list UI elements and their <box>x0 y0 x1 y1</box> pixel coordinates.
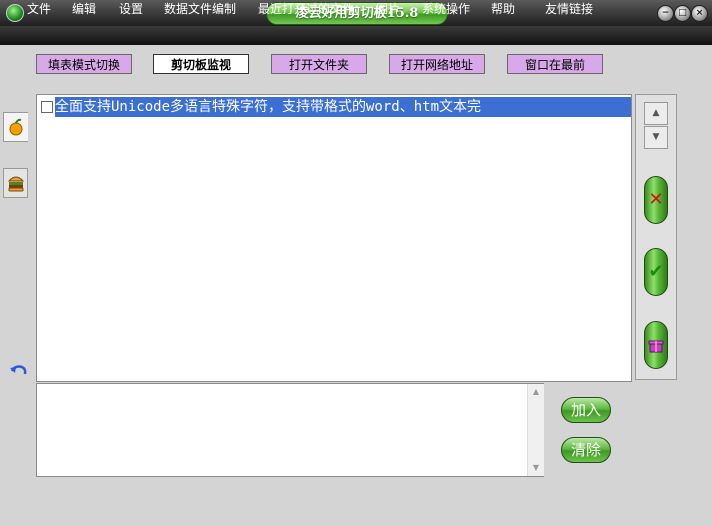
menu-help[interactable]: 帮助 <box>491 0 515 19</box>
input-panel: ▲ ▼ <box>36 383 544 477</box>
menu-edit[interactable]: 编辑 <box>72 0 96 19</box>
list-item-checkbox[interactable] <box>41 101 53 113</box>
open-url-button[interactable]: 打开网络地址 <box>389 54 485 74</box>
menu-file[interactable]: 文件 <box>27 0 51 19</box>
menu-images[interactable]: 图片 <box>376 0 400 19</box>
menu-bar <box>0 26 712 45</box>
side-tab-orange[interactable] <box>3 112 28 142</box>
side-tab-burger[interactable] <box>3 168 28 198</box>
app-icon[interactable] <box>6 4 24 22</box>
gift-button[interactable] <box>644 321 668 369</box>
add-button[interactable]: 加入 <box>561 397 611 423</box>
open-folder-button[interactable]: 打开文件夹 <box>271 54 367 74</box>
list-item[interactable]: 全面支持Unicode多语言特殊字符，支持带格式的word、htm文本完 <box>39 97 631 117</box>
delete-x-icon: ✕ <box>648 189 664 210</box>
restore-button[interactable]: □ <box>674 5 691 22</box>
clipboard-list[interactable]: 全面支持Unicode多语言特殊字符，支持带格式的word、htm文本完 <box>36 94 632 382</box>
input-scrollbar[interactable]: ▲ ▼ <box>527 384 544 476</box>
gift-icon <box>648 340 664 353</box>
list-item-text[interactable]: 全面支持Unicode多语言特殊字符，支持带格式的word、htm文本完 <box>55 97 631 117</box>
scroll-up-button[interactable]: ▲ <box>644 102 668 125</box>
scroll-down-button[interactable]: ▼ <box>644 126 668 149</box>
menu-data-file[interactable]: 数据文件编制 <box>164 0 236 19</box>
menu-settings[interactable]: 设置 <box>119 0 143 19</box>
burger-icon <box>7 176 25 192</box>
close-button[interactable]: × <box>691 5 708 22</box>
chevron-up-icon[interactable]: ▲ <box>528 384 544 400</box>
form-mode-toggle-button[interactable]: 填表模式切换 <box>36 54 132 74</box>
menu-recent-files[interactable]: 最近打开过的文件 <box>258 0 354 19</box>
chevron-down-icon[interactable]: ▼ <box>528 460 544 476</box>
clipboard-monitor-button[interactable]: 剪切板监视 <box>153 54 249 74</box>
confirm-check-icon: ✔ <box>648 261 664 282</box>
minimize-button[interactable]: − <box>657 5 674 22</box>
clip-input-textarea[interactable] <box>37 384 527 476</box>
confirm-button[interactable]: ✔ <box>644 248 668 296</box>
always-on-top-button[interactable]: 窗口在最前 <box>507 54 603 74</box>
menu-links[interactable]: 友情链接 <box>545 0 593 19</box>
orange-icon <box>9 118 23 136</box>
menu-system[interactable]: 系统操作 <box>422 0 470 19</box>
undo-icon[interactable] <box>9 362 29 378</box>
clear-button[interactable]: 清除 <box>561 437 611 463</box>
delete-button[interactable]: ✕ <box>644 176 668 224</box>
